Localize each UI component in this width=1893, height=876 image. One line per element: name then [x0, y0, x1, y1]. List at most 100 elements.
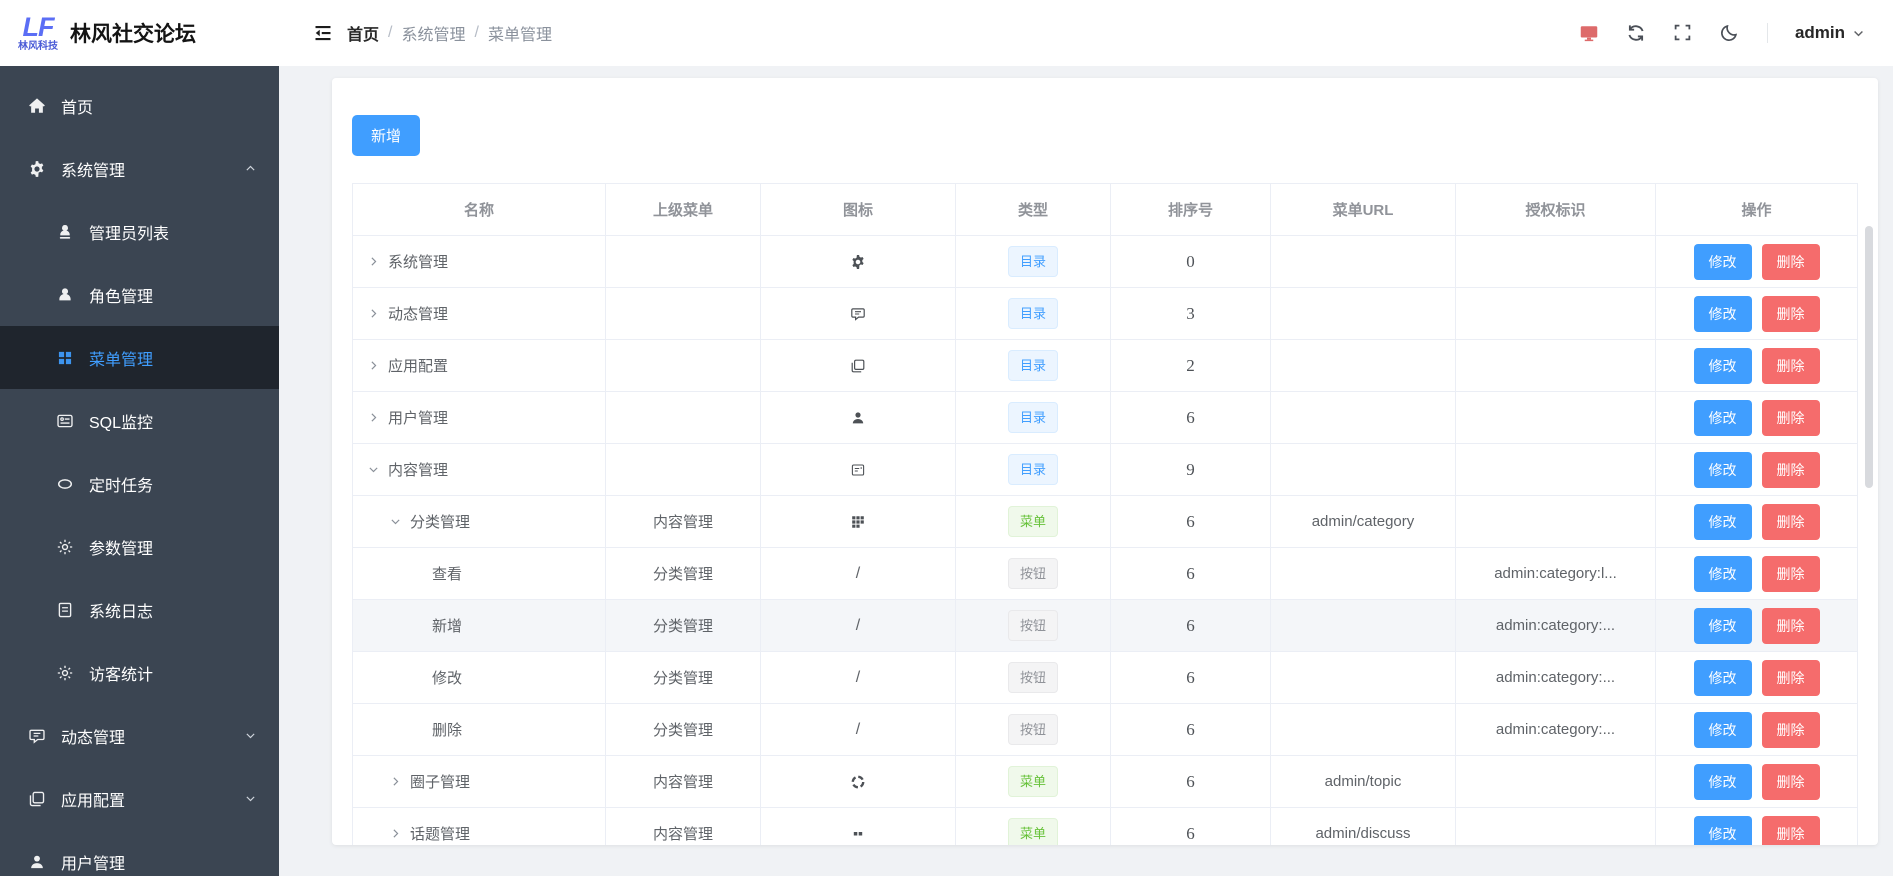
menu-icon-cell	[760, 235, 956, 288]
breadcrumb-item-home[interactable]: 首页	[347, 21, 379, 45]
delete-button[interactable]: 删除	[1761, 815, 1820, 845]
edit-button[interactable]: 修改	[1693, 711, 1752, 748]
edit-button[interactable]: 修改	[1693, 399, 1752, 436]
sidebar-item-应用配置[interactable]: 应用配置	[0, 767, 279, 830]
chevron-down-icon[interactable]	[389, 515, 402, 528]
chevron-down-icon[interactable]	[367, 463, 380, 476]
delete-button[interactable]: 删除	[1761, 243, 1820, 280]
parent-menu-cell: 分类管理	[605, 651, 761, 704]
menu-name-cell: 圈子管理	[352, 755, 606, 808]
delete-button[interactable]: 删除	[1761, 451, 1820, 488]
delete-button[interactable]: 删除	[1761, 711, 1820, 748]
delete-button[interactable]: 删除	[1761, 347, 1820, 384]
chevron-right-icon[interactable]	[389, 775, 402, 788]
menu-name-label: 系统管理	[388, 254, 449, 271]
edit-button[interactable]: 修改	[1693, 659, 1752, 696]
breadcrumb-item-system[interactable]: 系统管理	[401, 21, 465, 45]
menu-type-cell: 目录	[955, 391, 1111, 444]
edit-button[interactable]: 修改	[1693, 555, 1752, 592]
column-header-授权标识: 授权标识	[1455, 183, 1656, 236]
menu-table: 名称 上级菜单 图标 类型 排序号 菜单URL 授权标识 操作 系统管理 目录 0 修改 删除 动态管理…	[352, 183, 1858, 845]
table-scrollbar-thumb[interactable]	[1865, 226, 1873, 488]
sort-number-cell: 6	[1110, 599, 1271, 652]
sidebar-item-菜单管理[interactable]: 菜单管理	[0, 326, 279, 389]
sidebar-item-SQL监控[interactable]: SQL监控	[0, 389, 279, 452]
edit-button[interactable]: 修改	[1693, 243, 1752, 280]
delete-button[interactable]: 删除	[1761, 399, 1820, 436]
sidebar-item-系统日志[interactable]: 系统日志	[0, 578, 279, 641]
permission-cell: admin:category:...	[1455, 599, 1656, 652]
type-tag: 菜单	[1007, 818, 1058, 845]
delete-button[interactable]: 删除	[1761, 607, 1820, 644]
delete-button[interactable]: 删除	[1761, 763, 1820, 800]
user-menu[interactable]: admin	[1795, 23, 1865, 43]
permission-cell	[1455, 443, 1656, 496]
type-tag: 目录	[1007, 350, 1058, 381]
user-icon	[850, 410, 866, 426]
menu-type-cell: 按钮	[955, 599, 1111, 652]
edit-button[interactable]: 修改	[1693, 295, 1752, 332]
edit-button[interactable]: 修改	[1693, 607, 1752, 644]
actions-cell: 修改 删除	[1655, 235, 1858, 288]
delete-button[interactable]: 删除	[1761, 503, 1820, 540]
edit-button[interactable]: 修改	[1693, 503, 1752, 540]
monitor-icon[interactable]	[1579, 23, 1599, 43]
stats-gear-icon	[56, 664, 74, 682]
menu-name-cell: 系统管理	[352, 235, 606, 288]
permission-cell	[1455, 287, 1656, 340]
menu-name-label: 查看	[432, 566, 463, 583]
edit-button[interactable]: 修改	[1693, 451, 1752, 488]
sidebar-item-label: 访客统计	[89, 666, 154, 684]
fullscreen-icon[interactable]	[1673, 23, 1693, 43]
breadcrumb-separator: /	[474, 24, 479, 41]
type-tag: 按钮	[1007, 558, 1058, 589]
table-row: 查看 分类管理 / 按钮 6 admin:category:l... 修改 删除	[352, 547, 1858, 600]
sidebar-item-定时任务[interactable]: 定时任务	[0, 452, 279, 515]
delete-button[interactable]: 删除	[1761, 295, 1820, 332]
logo: LF 林风科技 林风社交论坛	[0, 0, 279, 66]
sidebar-fold-icon[interactable]	[313, 23, 333, 43]
edit-button[interactable]: 修改	[1693, 763, 1752, 800]
sidebar-item-label: 应用配置	[61, 792, 126, 810]
chevron-down-icon	[244, 792, 257, 805]
sidebar-item-用户管理[interactable]: 用户管理	[0, 830, 279, 876]
sidebar-item-label: 角色管理	[89, 288, 154, 306]
chevron-right-icon[interactable]	[367, 255, 380, 268]
menu-type-cell: 按钮	[955, 651, 1111, 704]
chevron-right-icon[interactable]	[367, 359, 380, 372]
sidebar-item-访客统计[interactable]: 访客统计	[0, 641, 279, 704]
moon-icon[interactable]	[1720, 23, 1740, 43]
username-label: admin	[1794, 23, 1845, 42]
breadcrumb-item-menu: 菜单管理	[487, 27, 552, 44]
chevron-right-icon[interactable]	[367, 307, 380, 320]
edit-button[interactable]: 修改	[1693, 347, 1752, 384]
parent-menu-cell: 内容管理	[605, 807, 761, 845]
delete-button[interactable]: 删除	[1761, 555, 1820, 592]
menu-url-cell	[1270, 339, 1456, 392]
actions-cell: 修改 删除	[1655, 599, 1858, 652]
menu-type-cell: 按钮	[955, 703, 1111, 756]
actions-cell: 修改 删除	[1655, 755, 1858, 808]
sidebar-item-管理员列表[interactable]: 管理员列表	[0, 200, 279, 263]
chevron-right-icon[interactable]	[389, 827, 402, 840]
sidebar-item-参数管理[interactable]: 参数管理	[0, 515, 279, 578]
menu-url-cell: admin/category	[1270, 495, 1456, 548]
sidebar-item-角色管理[interactable]: 角色管理	[0, 263, 279, 326]
sidebar-item-系统管理[interactable]: 系统管理	[0, 137, 279, 200]
menu-icon-cell: /	[760, 547, 956, 600]
breadcrumb-separator: /	[388, 24, 393, 41]
actions-cell: 修改 删除	[1655, 443, 1858, 496]
sidebar-item-动态管理[interactable]: 动态管理	[0, 704, 279, 767]
menu-name-cell: 应用配置	[352, 339, 606, 392]
parent-menu-cell: 分类管理	[605, 599, 761, 652]
sidebar-item-首页[interactable]: 首页	[0, 74, 279, 137]
refresh-icon[interactable]	[1626, 23, 1646, 43]
edit-button[interactable]: 修改	[1693, 815, 1752, 845]
delete-button[interactable]: 删除	[1761, 659, 1820, 696]
add-button[interactable]: 新增	[352, 115, 421, 156]
sort-number-cell: 6	[1110, 547, 1271, 600]
parent-menu-cell	[605, 443, 761, 496]
table-row: 分类管理 内容管理 菜单 6 admin/category 修改 删除	[352, 495, 1858, 548]
menu-url-cell	[1270, 443, 1456, 496]
chevron-right-icon[interactable]	[367, 411, 380, 424]
